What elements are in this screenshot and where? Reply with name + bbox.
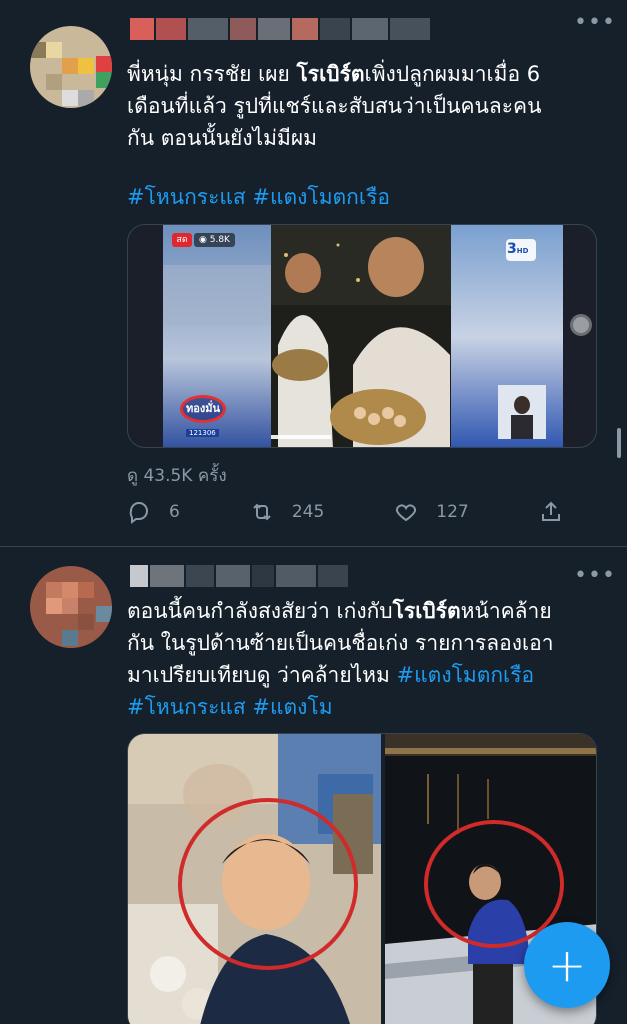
hashtag-link[interactable]: #แตงโมตกเรือ	[252, 185, 390, 209]
viewer-count-badge: ◉ 5.8K	[194, 233, 235, 247]
channel-logo: ทองมั่น	[180, 395, 226, 423]
avatar[interactable]	[30, 566, 112, 648]
author-name-redacted[interactable]	[130, 565, 348, 587]
hashtag-link[interactable]: #โหนกระแส	[127, 185, 246, 209]
hashtag-link[interactable]: #แตงโม	[252, 695, 332, 719]
channel-3-logo: 3HD	[507, 241, 529, 257]
more-options-icon[interactable]: •••	[574, 565, 616, 587]
plus-icon: +	[547, 938, 587, 992]
channel-number: 121306	[186, 429, 219, 437]
avatar[interactable]	[30, 26, 112, 108]
hashtags: #โหนกระแส #แตงโมตกเรือ	[127, 181, 390, 213]
tweet-text: ตอนนี้คนกำลังสงสัยว่า เก่งกับโรเบิร์ตหน้…	[127, 599, 554, 719]
share-icon	[541, 501, 560, 521]
reply-button[interactable]: 6	[127, 500, 180, 524]
view-count: ดู 43.5K ครั้ง	[127, 466, 227, 486]
like-button[interactable]: 127	[394, 500, 469, 524]
compose-tweet-button[interactable]: +	[524, 922, 610, 1008]
tweet-1[interactable]: ••• พี่หนุ่ม กรรชัย เผย โรเบิร์ตเพิ่งปลู…	[0, 0, 627, 546]
hashtag-link[interactable]: #แตงโมตกเรือ	[397, 663, 535, 687]
more-options-icon[interactable]: •••	[574, 12, 616, 34]
retweet-button[interactable]: 245	[250, 500, 324, 524]
tweet-text: พี่หนุ่ม กรรชัย เผย โรเบิร์ตเพิ่งปลูกผมม…	[127, 62, 542, 150]
eye-icon: ◉	[199, 235, 207, 245]
share-button[interactable]	[539, 500, 563, 524]
heart-icon	[396, 504, 417, 522]
scrollbar[interactable]	[617, 428, 621, 458]
author-name-redacted[interactable]	[130, 18, 430, 40]
reply-icon	[129, 501, 148, 524]
tweet-video[interactable]: สด ◉ 5.8K ทองมั่น 121306 3HD	[127, 224, 597, 448]
retweet-icon	[253, 503, 271, 521]
tweet-actions: 6 245 127	[127, 500, 627, 524]
hashtag-link[interactable]: #โหนกระแส	[127, 695, 246, 719]
live-badge: สด	[172, 233, 192, 247]
